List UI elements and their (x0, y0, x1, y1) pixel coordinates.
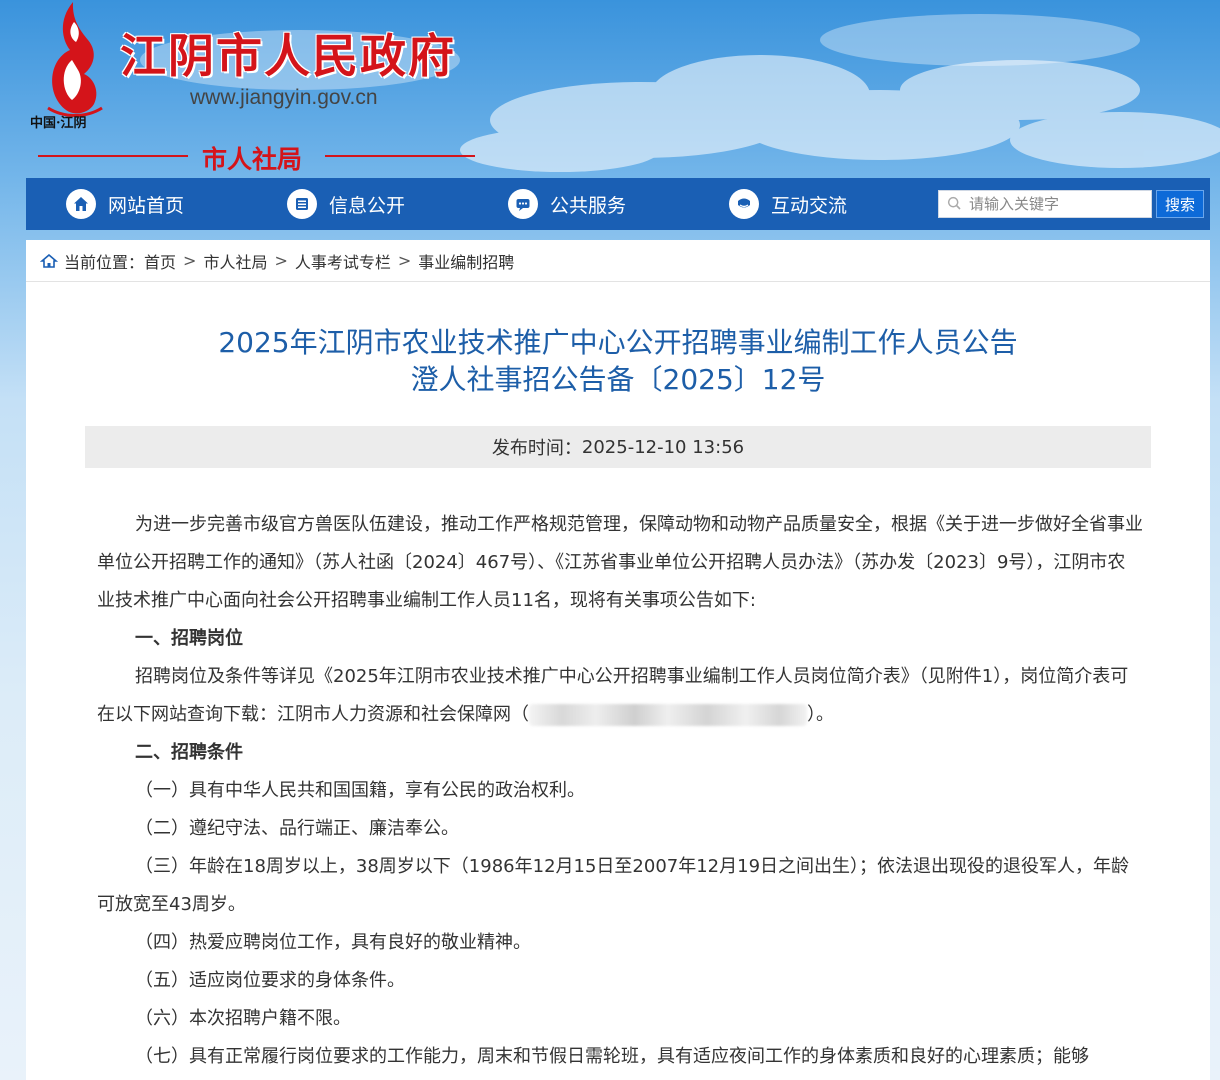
nav-item-service[interactable]: 公共服务 (508, 178, 626, 230)
article-body: 为进一步完善市级官方兽医队伍建设，推动工作严格规范管理，保障动物和动物产品质量安… (97, 506, 1143, 1076)
condition-item: （七）具有正常履行岗位要求的工作能力，周末和节假日需轮班，具有适应夜间工作的身体… (135, 1046, 1089, 1067)
search-icon (947, 196, 961, 210)
article-title-line: 2025年江阴市农业技术推广中心公开招聘事业编制工作人员公告 (218, 326, 1018, 359)
nav-label: 互动交流 (771, 194, 848, 217)
article-paragraph: 为进一步完善市级官方兽医队伍建设，推动工作严格规范管理，保障动物和动物产品质量安… (97, 514, 1143, 611)
search-input[interactable] (965, 191, 1151, 217)
home-icon (66, 189, 96, 219)
redacted-url (529, 704, 807, 726)
breadcrumb-link[interactable]: 市人社局 (203, 249, 267, 273)
department-name: 市人社局 (202, 145, 303, 174)
breadcrumb: 当前位置： 首页 > 市人社局 > 人事考试专栏 > 事业编制招聘 (26, 240, 1210, 282)
section-heading: 二、招聘条件 (135, 742, 243, 763)
condition-item: （二）遵纪守法、品行端正、廉洁奉公。 (135, 818, 459, 839)
breadcrumb-separator: > (274, 251, 288, 270)
nav-item-home[interactable]: 网站首页 (66, 178, 184, 230)
site-country: 中国·江阴 (30, 116, 87, 131)
document-icon (287, 189, 317, 219)
article-paragraph: 招聘岗位及条件等详见《2025年江阴市农业技术推广中心公开招聘事业编制工作人员岗… (97, 658, 1143, 734)
breadcrumb-link[interactable]: 首页 (144, 249, 176, 273)
nav-item-interaction[interactable]: 互动交流 (729, 178, 847, 230)
paragraph-text: ）。 (807, 704, 834, 725)
condition-item: （四）热爱应聘岗位工作，具有良好的敬业精神。 (135, 932, 531, 953)
condition-item: （一）具有中华人民共和国国籍，享有公民的政治权利。 (135, 780, 585, 801)
section-heading: 一、招聘岗位 (135, 628, 243, 649)
breadcrumb-separator: > (183, 251, 197, 270)
main-navigation: 网站首页 信息公开 公共服务 互动交流 搜索 (26, 178, 1210, 230)
breadcrumb-separator: > (397, 251, 412, 270)
nav-item-info[interactable]: 信息公开 (287, 178, 405, 230)
nav-label: 信息公开 (329, 194, 406, 217)
divider (325, 155, 475, 157)
breadcrumb-link[interactable]: 事业编制招聘 (418, 249, 514, 273)
condition-item: （三）年龄在18周岁以上，38周岁以下（1986年12月15日至2007年12月… (97, 856, 1130, 915)
search-button[interactable]: 搜索 (1156, 190, 1204, 218)
breadcrumb-prefix: 当前位置： (64, 252, 145, 272)
publish-info: 发布时间： 2025-12-10 13:56 (85, 426, 1151, 468)
divider (38, 155, 188, 157)
condition-item: （五）适应岗位要求的身体条件。 (135, 970, 405, 991)
article-document-number: 澄人社事招公告备〔2025〕12号 (410, 363, 826, 396)
service-icon (508, 189, 538, 219)
condition-item: （六）本次招聘户籍不限。 (135, 1008, 351, 1029)
chat-icon (729, 189, 759, 219)
breadcrumb-link[interactable]: 人事考试专栏 (295, 249, 391, 273)
main-content: 当前位置： 首页 > 市人社局 > 人事考试专栏 > 事业编制招聘 2025年江… (26, 240, 1210, 1080)
search-box (938, 190, 1152, 218)
site-url: www.jiangyin.gov.cn (190, 86, 378, 109)
site-title[interactable]: 江阴市人民政府 (120, 20, 456, 86)
home-icon (40, 253, 58, 268)
nav-label: 网站首页 (108, 194, 185, 217)
publish-label: 发布时间： (491, 438, 582, 459)
site-header: 江阴市人民政府 www.jiangyin.gov.cn 中国·江阴 市人社局 (0, 0, 1220, 178)
nav-label: 公共服务 (550, 194, 627, 217)
article-title: 2025年江阴市农业技术推广中心公开招聘事业编制工作人员公告 澄人社事招公告备〔… (26, 324, 1210, 398)
publish-time: 2025-12-10 13:56 (581, 436, 745, 458)
